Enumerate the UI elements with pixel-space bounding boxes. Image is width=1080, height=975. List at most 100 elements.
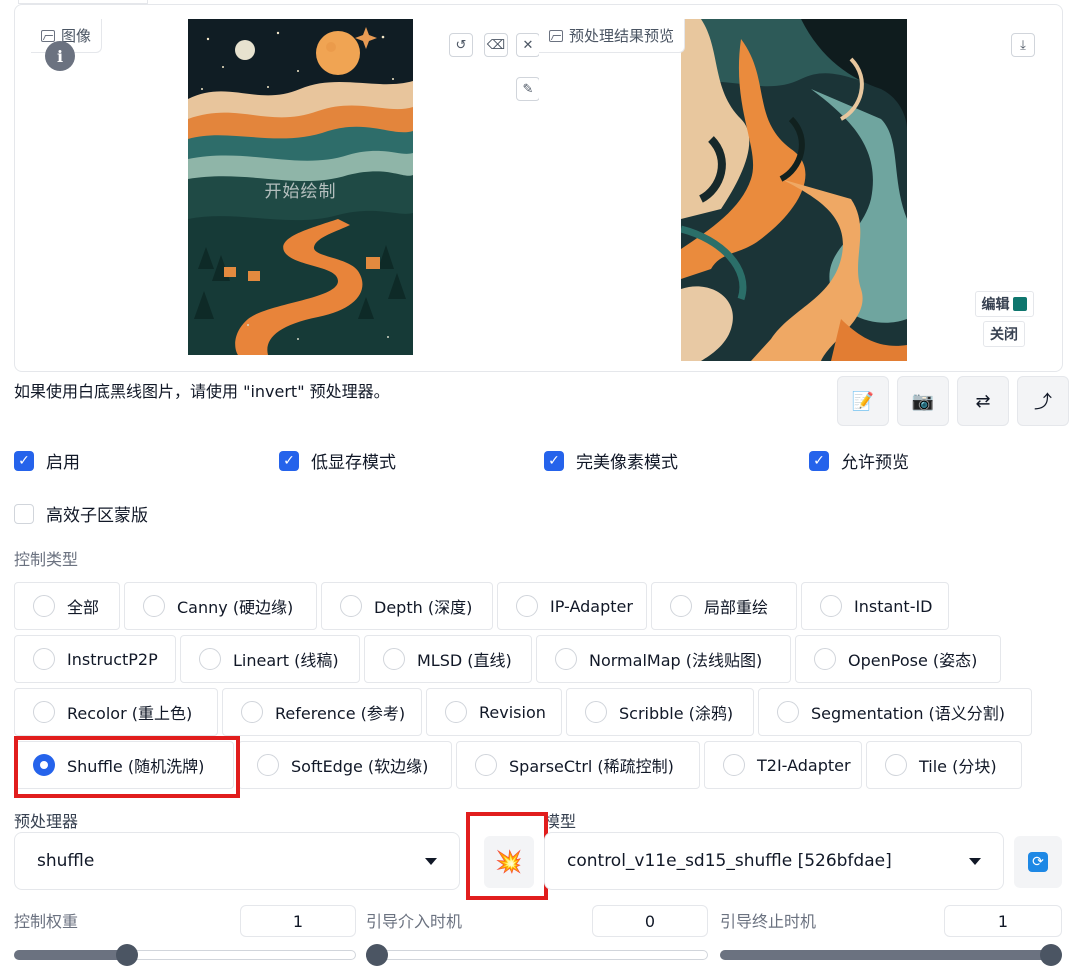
radio-label: NormalMap (法线贴图) [589,651,763,670]
radio-label: Tile (分块) [919,757,997,776]
edit-button-label: 编辑 [981,297,1010,313]
radio-icon[interactable] [885,754,907,776]
radio-reference[interactable]: Reference (参考) [222,688,422,736]
radio-icon[interactable] [814,648,836,670]
end-step-input[interactable]: 1 [944,905,1062,937]
edit-button[interactable]: 编辑 [974,291,1034,317]
undo-icon[interactable]: ↺ [449,33,473,57]
radio-canny[interactable]: Canny (硬边缘) [124,582,317,630]
radio-label: Recolor (重上色) [67,704,193,723]
radio-icon[interactable] [241,701,263,723]
radio-icon[interactable] [516,595,538,617]
radio-lineart[interactable]: Lineart (线稿) [180,635,360,683]
preview-image-panel: 预处理结果预览 ⤓ 编辑 关闭 [539,19,1047,361]
radio-icon[interactable] [33,648,55,670]
radio-openpose[interactable]: OpenPose (姿态) [795,635,1001,683]
preview-label-text: 预处理结果预览 [569,27,675,45]
radio-icon[interactable] [585,701,607,723]
caret-down-icon [969,857,981,865]
start-step-input[interactable]: 0 [592,905,708,937]
checkbox-pixel-perfect-label: 完美像素模式 [576,453,678,473]
radio-normalmap[interactable]: NormalMap (法线贴图) [536,635,791,683]
radio-icon[interactable] [33,701,55,723]
radio-label: 全部 [67,598,100,617]
checkbox-checked-icon[interactable]: ✓ [544,450,564,471]
radio-instructp2p[interactable]: InstructP2P [14,635,176,683]
radio-scribble[interactable]: Scribble (涂鸦) [566,688,754,736]
radio-softedge[interactable]: SoftEdge (软边缘) [238,741,452,789]
radio-depth[interactable]: Depth (深度) [321,582,493,630]
close-preview-button[interactable]: 关闭 [983,321,1025,347]
eraser-icon[interactable]: ⌫ [484,33,508,57]
control-weight-input[interactable]: 1 [240,905,356,937]
photopea-icon [1012,297,1027,311]
radio-icon[interactable] [723,754,745,776]
radio-revision[interactable]: Revision [426,688,562,736]
control-weight-label: 控制权重 [14,912,79,931]
radio-icon[interactable] [670,595,692,617]
brush-icon[interactable]: ✎ [516,77,540,101]
radio-ip-adapter[interactable]: IP-Adapter [497,582,647,630]
radio-icon[interactable] [143,595,165,617]
radio-label: Canny (硬边缘) [177,598,294,617]
download-icon[interactable]: ⤓ [1011,33,1035,57]
checkbox-low-vram[interactable]: ✓ 低显存模式 [279,448,396,473]
radio-icon[interactable] [777,701,799,723]
checkbox-pixel-perfect[interactable]: ✓ 完美像素模式 [544,448,678,473]
info-icon[interactable]: i [45,41,75,71]
end-step-slider[interactable] [720,944,1062,966]
edit-close-group: 编辑 关闭 [971,291,1037,351]
radio-icon[interactable] [199,648,221,670]
radio-label: OpenPose (姿态) [848,651,978,670]
slider-thumb[interactable] [116,944,139,966]
radio-icon[interactable] [340,595,362,617]
webcam-button[interactable]: 📷 [897,376,949,426]
input-image-panel: 图像 i 开始绘制 ↺ ⌫ ✕ ✎ [31,19,540,361]
close-icon[interactable]: ✕ [516,33,540,57]
radio-recolor[interactable]: Recolor (重上色) [14,688,218,736]
mirror-webcam-button[interactable]: ⇄ [957,376,1009,426]
radio-sparsectrl[interactable]: SparseCtrl (稀疏控制) [456,741,700,789]
checkbox-checked-icon[interactable]: ✓ [809,450,829,471]
highlight-box-shuffle [14,736,240,798]
slider-thumb[interactable] [1040,944,1062,966]
edit-note-icon: 📝 [851,390,875,412]
radio-segmentation[interactable]: Segmentation (语义分割) [758,688,1032,736]
send-dimensions-button[interactable]: ⤴ [1017,376,1069,426]
radio-inpaint[interactable]: 局部重绘 [651,582,797,630]
radio-icon[interactable] [555,648,577,670]
control-weight-slider[interactable] [14,944,356,966]
start-step-label: 引导介入时机 [366,912,463,931]
swap-arrows-icon: ⇄ [975,390,991,412]
image-icon [41,29,55,42]
checkbox-enable[interactable]: ✓ 启用 [14,448,80,473]
image-tool-row: 📝 📷 ⇄ ⤴ [837,376,1069,426]
preprocessor-dropdown[interactable]: shuffle [14,832,460,890]
radio-all[interactable]: 全部 [14,582,120,630]
preview-label: 预处理结果预览 [539,19,686,53]
slider-thumb[interactable] [366,944,388,966]
checkbox-allow-preview[interactable]: ✓ 允许预览 [809,448,909,473]
slider-fill [720,950,1051,960]
model-dropdown[interactable]: control_v11e_sd15_shuffle [526bfdae] [544,832,1004,890]
preprocessor-value: shuffle [37,851,95,871]
checkbox-checked-icon[interactable]: ✓ [279,450,299,471]
checkbox-effective-region-mask[interactable]: 高效子区蒙版 [14,501,148,526]
end-step-label: 引导终止时机 [720,912,817,931]
radio-icon[interactable] [820,595,842,617]
input-image-canvas[interactable]: 开始绘制 [188,19,413,355]
radio-icon[interactable] [445,701,467,723]
radio-icon[interactable] [257,754,279,776]
radio-mlsd[interactable]: MLSD (直线) [364,635,532,683]
new-canvas-button[interactable]: 📝 [837,376,889,426]
radio-instant-id[interactable]: Instant-ID [801,582,949,630]
start-step-slider[interactable] [366,944,708,966]
radio-tile[interactable]: Tile (分块) [866,741,1022,789]
checkbox-checked-icon[interactable]: ✓ [14,450,34,471]
radio-icon[interactable] [383,648,405,670]
checkbox-unchecked-icon[interactable] [14,503,34,524]
radio-t2i-adapter[interactable]: T2I-Adapter [704,741,862,789]
refresh-models-button[interactable]: ⟳ [1014,836,1062,888]
radio-icon[interactable] [475,754,497,776]
radio-icon[interactable] [33,595,55,617]
